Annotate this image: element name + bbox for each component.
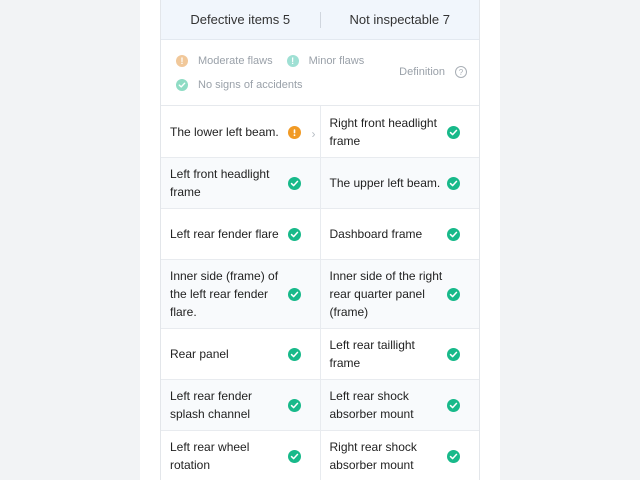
help-icon[interactable]: ?	[455, 66, 467, 78]
inspection-card: Defective items 5 Not inspectable 7 ! Mo…	[160, 0, 480, 480]
check-icon	[287, 399, 301, 412]
inspection-item-label: The lower left beam.	[170, 124, 279, 139]
inspection-item[interactable]: Left rear taillight frame	[319, 329, 480, 379]
check-icon	[287, 177, 301, 190]
inspection-item-label: Dashboard frame	[329, 227, 423, 241]
check-icon	[447, 125, 460, 139]
table-row: Left rear fender flare Dashboard frame	[161, 209, 479, 260]
inspection-item[interactable]: Right front headlight frame	[319, 106, 480, 157]
inspection-item[interactable]: Left rear fender flare	[161, 209, 320, 259]
inspection-item-label: Inner side of the right rear quarter pan…	[329, 269, 443, 319]
legend-row-bottom: No signs of accidents	[176, 79, 317, 91]
tab-bar: Defective items 5 Not inspectable 7	[161, 0, 479, 40]
legend-minor: ! Minor flaws	[286, 55, 365, 67]
table-row: Inner side (frame) of the left rear fend…	[161, 260, 479, 329]
legend-none-label: No signs of accidents	[198, 79, 303, 91]
inspection-item[interactable]: Left rear fender splash channel	[161, 380, 320, 430]
inspection-item-label: Left rear taillight frame	[329, 338, 415, 370]
table-row: The lower left beam. › Right front headlig…	[161, 106, 479, 158]
inspection-item[interactable]: The lower left beam. ›	[161, 106, 320, 157]
check-icon	[447, 450, 460, 463]
inspection-item[interactable]: Inner side (frame) of the left rear fend…	[161, 260, 320, 328]
legend: ! Moderate flaws ! Minor flaws No signs …	[161, 40, 479, 106]
inspection-item[interactable]: Dashboard frame	[319, 209, 480, 259]
legend-row-top: ! Moderate flaws ! Minor flaws	[176, 55, 378, 67]
inspection-item[interactable]: The upper left beam.	[319, 158, 480, 208]
inspection-item-label: Left rear shock absorber mount	[329, 389, 414, 421]
inspection-item-label: Rear panel	[170, 347, 229, 361]
table-row: Rear panel Left rear taillight frame	[161, 329, 479, 380]
legend-moderate: ! Moderate flaws	[176, 55, 273, 67]
definition-label: Definition	[399, 66, 445, 78]
legend-moderate-label: Moderate flaws	[198, 55, 273, 67]
no-accident-icon	[176, 79, 188, 91]
definition-link[interactable]: Definition ?	[399, 66, 467, 78]
table-row: Left rear wheel rotation Right rear shock…	[161, 431, 479, 480]
check-icon	[287, 288, 301, 301]
inspection-item-label: Left rear fender splash channel	[170, 389, 253, 421]
check-icon	[447, 348, 460, 361]
inspection-item-label: Left rear wheel rotation	[170, 440, 250, 472]
inspection-item-label: Right rear shock absorber mount	[329, 440, 417, 472]
inspection-grid: The lower left beam. › Right front headlig…	[161, 106, 479, 480]
inspection-item[interactable]: Rear panel	[161, 329, 320, 379]
check-icon	[447, 399, 460, 412]
check-icon	[287, 228, 301, 241]
check-icon	[287, 348, 301, 361]
check-icon	[447, 288, 460, 301]
tab-defective-items[interactable]: Defective items 5	[161, 12, 320, 27]
inspection-item[interactable]: Right rear shock absorber mount	[319, 431, 480, 480]
legend-none: No signs of accidents	[176, 79, 303, 91]
moderate-flaw-icon: !	[176, 55, 188, 67]
moderate-flaw-icon	[287, 125, 301, 139]
inspection-item-label: Left rear fender flare	[170, 227, 279, 241]
legend-minor-label: Minor flaws	[308, 55, 365, 67]
inspection-item[interactable]: Left rear wheel rotation	[161, 431, 320, 480]
inspection-item-label: The upper left beam.	[329, 176, 441, 190]
inspection-item-label: Right front headlight frame	[329, 115, 437, 148]
inspection-item[interactable]: Left rear shock absorber mount	[319, 380, 480, 430]
inspection-item[interactable]: Inner side of the right rear quarter pan…	[319, 260, 480, 328]
table-row: Left front headlight frame The upper left…	[161, 158, 479, 209]
tab-not-inspectable[interactable]: Not inspectable 7	[321, 12, 480, 27]
inspection-item-label: Inner side (frame) of the left rear fend…	[170, 269, 279, 319]
page: Defective items 5 Not inspectable 7 ! Mo…	[140, 0, 500, 480]
chevron-right-icon[interactable]: ›	[312, 125, 316, 143]
check-icon	[287, 450, 301, 463]
check-icon	[447, 177, 460, 190]
inspection-item-label: Left front headlight frame	[170, 167, 270, 199]
table-row: Left rear fender splash channel Left rear…	[161, 380, 479, 431]
inspection-item[interactable]: Left front headlight frame	[161, 158, 320, 208]
check-icon	[447, 228, 460, 241]
minor-flaw-icon: !	[286, 55, 299, 67]
